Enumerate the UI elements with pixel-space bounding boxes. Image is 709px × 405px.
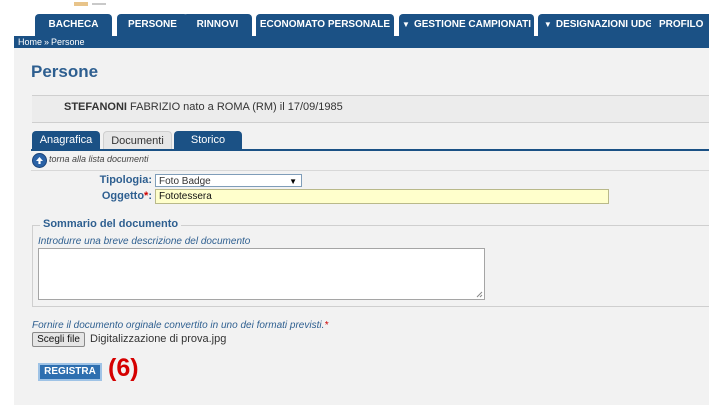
tab-label: Documenti: [111, 135, 164, 147]
main-nav: BACHECA PERSONE RINNOVI ECONOMATO PERSON…: [14, 14, 709, 36]
tab-label: Anagrafica: [39, 134, 93, 146]
summary-legend: Sommario del documento: [40, 218, 182, 230]
breadcrumb-current: Persone: [51, 37, 85, 47]
resize-grip-icon[interactable]: [476, 291, 483, 298]
tipologia-selected-value: Foto Badge: [159, 176, 211, 187]
breadcrumb-bar: [14, 36, 709, 48]
tab-label: Storico: [190, 134, 226, 146]
file-hint: Fornire il documento orginale convertito…: [32, 320, 328, 331]
nav-tab-label: ECONOMATO PERSONALE: [259, 19, 391, 30]
tipologia-label: Tipologia:: [99, 174, 152, 186]
nav-tab-profilo[interactable]: PROFILO: [651, 14, 709, 36]
step-annotation: (6): [108, 354, 139, 382]
selected-file-name: Digitalizzazione di prova.jpg: [90, 333, 227, 345]
nav-tab-persone[interactable]: PERSONE: [117, 14, 188, 36]
summary-textarea[interactable]: [38, 248, 485, 300]
tab-documenti[interactable]: Documenti: [103, 131, 172, 151]
summary-hint: Introdurre una breve descrizione del doc…: [38, 236, 251, 247]
tabs-underline: [31, 149, 709, 151]
logo-fragment: [74, 2, 108, 6]
nav-tab-gestione-campionati[interactable]: ▼ GESTIONE CAMPIONATI: [399, 14, 534, 36]
person-details: FABRIZIO nato a ROMA (RM) il 17/09/1985: [126, 101, 343, 113]
person-surname: STEFANONI: [64, 101, 127, 113]
nav-tab-label: PERSONE: [128, 19, 177, 30]
divider: [31, 170, 709, 171]
breadcrumb: Home» Persone: [18, 37, 85, 48]
breadcrumb-home-link[interactable]: Home: [18, 37, 42, 47]
nav-tab-label: RINNOVI: [196, 19, 239, 30]
nav-tab-label: GESTIONE CAMPIONATI: [413, 19, 531, 30]
tipologia-select[interactable]: Foto Badge ▼: [155, 174, 302, 187]
nav-tab-label: PROFILO: [659, 19, 704, 30]
nav-tab-label: DESIGNAZIONI UDG: [555, 19, 654, 30]
nav-tab-label: BACHECA: [48, 19, 99, 30]
file-hint-text: Fornire il documento orginale convertito…: [32, 320, 325, 331]
chevron-down-icon: ▼: [289, 177, 297, 186]
choose-file-button[interactable]: Scegli file: [32, 332, 85, 347]
person-summary-text: STEFANONI FABRIZIO nato a ROMA (RM) il 1…: [64, 101, 343, 113]
oggetto-label-text: Oggetto: [101, 190, 145, 202]
back-to-list-link[interactable]: torna alla lista documenti: [49, 154, 149, 164]
nav-tab-designazioni-udg[interactable]: ▼ DESIGNAZIONI UDG: [538, 14, 659, 36]
chevron-down-icon: ▼: [402, 20, 410, 29]
breadcrumb-separator: »: [44, 37, 50, 47]
chevron-down-icon: ▼: [543, 20, 552, 29]
registra-button[interactable]: REGISTRA: [38, 363, 102, 381]
page-title: Persone: [31, 62, 99, 81]
oggetto-label: Oggetto*:: [60, 190, 152, 202]
nav-tab-economato-personale[interactable]: ECONOMATO PERSONALE: [256, 14, 394, 36]
arrow-up-circle-icon[interactable]: [32, 153, 47, 168]
oggetto-input[interactable]: Fototessera: [155, 189, 609, 204]
oggetto-colon: :: [148, 190, 152, 202]
required-mark: *: [324, 320, 329, 331]
tab-anagrafica[interactable]: Anagrafica: [32, 131, 100, 149]
nav-tab-bacheca[interactable]: BACHECA: [35, 14, 112, 36]
oggetto-input-value: Fototessera: [159, 191, 212, 202]
nav-tab-rinnovi[interactable]: RINNOVI: [183, 14, 252, 36]
tab-storico[interactable]: Storico: [174, 131, 242, 149]
